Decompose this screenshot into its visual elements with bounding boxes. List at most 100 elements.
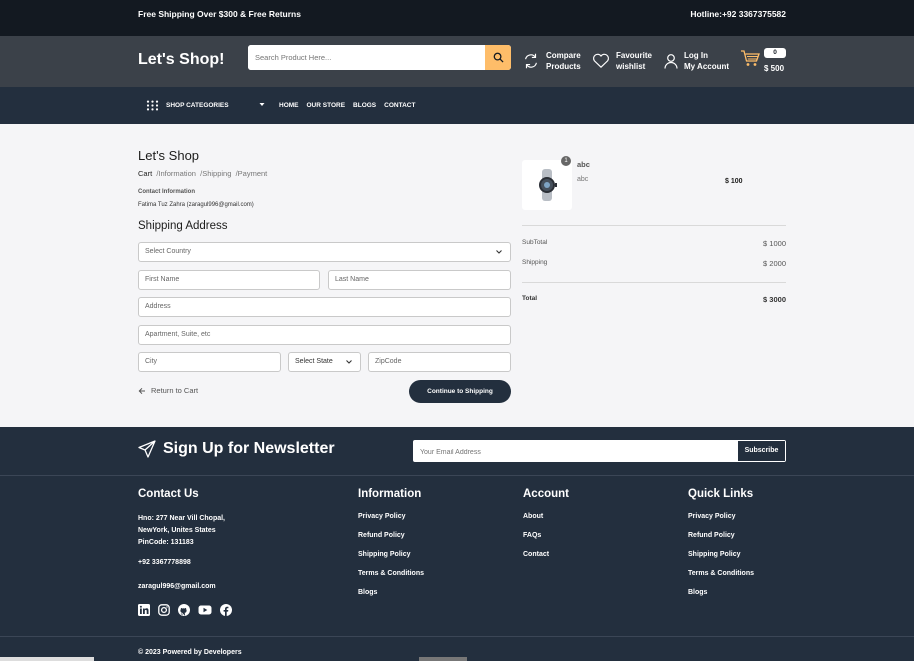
copyright: © 2023 Powered by Developers	[138, 649, 242, 656]
footer-link-terms[interactable]: Terms & Conditions	[358, 570, 424, 577]
social-links	[138, 604, 232, 616]
scrollbar-thumb[interactable]	[419, 657, 467, 661]
footer-address: Hno: 277 Near Vill Chopal, NewYork, Unit…	[138, 513, 232, 549]
shipping-promo: Free Shipping Over $300 & Free Returns	[138, 9, 301, 19]
footer-account-title: Account	[523, 488, 569, 500]
main-nav: SHOP CATEGORIES HOME OUR STORE BLOGS CON…	[0, 87, 914, 124]
quantity-badge: 1	[561, 156, 571, 166]
nav-blogs[interactable]: BLOGS	[353, 102, 376, 109]
footer-link-shipping-policy[interactable]: Shipping Policy	[358, 551, 424, 558]
youtube-icon[interactable]	[198, 604, 212, 616]
footer-contact: Contact Us Hno: 277 Near Vill Chopal, Ne…	[138, 488, 232, 616]
address-field[interactable]: Address	[138, 297, 511, 317]
linkedin-icon[interactable]	[138, 604, 150, 616]
divider	[522, 225, 786, 226]
newsletter-section: Sign Up for Newsletter Subscribe	[0, 427, 914, 475]
product-price: $ 100	[725, 178, 743, 185]
shipping-label: Shipping	[522, 259, 548, 266]
address-line: PinCode: 131183	[138, 539, 194, 546]
account-link[interactable]: Log In My Account	[664, 50, 729, 72]
total-label: Total	[522, 295, 538, 302]
return-to-cart-link[interactable]: Return to Cart	[138, 386, 198, 395]
nav-our-store[interactable]: OUR STORE	[307, 102, 346, 109]
instagram-icon[interactable]	[158, 604, 170, 616]
site-logo[interactable]: Let's Shop!	[138, 51, 224, 69]
footer-link-faqs[interactable]: FAQs	[523, 532, 569, 539]
footer-quick-links-title: Quick Links	[688, 488, 754, 500]
github-icon[interactable]	[178, 604, 190, 616]
last-name-field[interactable]: Last Name	[328, 270, 511, 290]
caret-down-icon[interactable]	[258, 100, 266, 108]
footer-link-refund-policy[interactable]: Refund Policy	[358, 532, 424, 539]
search-icon	[493, 52, 504, 63]
checkout-title: Let's Shop	[138, 148, 200, 163]
shop-categories-dropdown[interactable]: SHOP CATEGORIES	[146, 100, 229, 111]
wishlist-link[interactable]: Favourite wishlist	[592, 50, 652, 72]
compare-products-link[interactable]: Compare Products	[522, 50, 581, 72]
shop-categories-label: SHOP CATEGORIES	[166, 102, 229, 109]
checkout-section: Let's Shop Cart /Information /Shipping /…	[0, 124, 914, 427]
search-bar	[248, 45, 511, 70]
subtotal-row: SubTotal $ 1000	[522, 239, 786, 248]
newsletter-form: Subscribe	[413, 440, 786, 463]
search-input[interactable]	[248, 45, 485, 70]
facebook-icon[interactable]	[220, 604, 232, 616]
compare-label-1: Compare	[546, 51, 581, 60]
footer-divider	[0, 636, 914, 637]
footer-link-privacy-policy[interactable]: Privacy Policy	[358, 513, 424, 520]
footer-link-contact[interactable]: Contact	[523, 551, 569, 558]
nav-home[interactable]: HOME	[279, 102, 299, 109]
continue-to-shipping-button[interactable]: Continue to Shipping	[409, 380, 511, 403]
breadcrumb: Cart /Information /Shipping /Payment	[138, 169, 267, 178]
footer-link-privacy-policy[interactable]: Privacy Policy	[688, 513, 754, 520]
shipping-row: Shipping $ 2000	[522, 259, 786, 268]
product-name: abc	[577, 160, 590, 169]
top-bar: Free Shipping Over $300 & Free Returns H…	[0, 0, 914, 36]
subscribe-button[interactable]: Subscribe	[738, 441, 785, 461]
wishlist-label-1: Favourite	[616, 51, 653, 60]
footer-link-about[interactable]: About	[523, 513, 569, 520]
footer-phone[interactable]: +92 3367778898	[138, 557, 232, 569]
apartment-field[interactable]: Apartment, Suite, etc	[138, 325, 511, 345]
newsletter-title: Sign Up for Newsletter	[163, 440, 335, 457]
horizontal-scrollbar[interactable]	[0, 657, 94, 661]
search-button[interactable]	[485, 45, 511, 70]
footer-link-shipping-policy[interactable]: Shipping Policy	[688, 551, 754, 558]
cart-link[interactable]: 0 $ 500	[740, 48, 786, 73]
city-field[interactable]: City	[138, 352, 281, 372]
breadcrumb-cart[interactable]: Cart	[138, 169, 152, 178]
footer-link-blogs[interactable]: Blogs	[688, 589, 754, 596]
newsletter-heading: Sign Up for Newsletter	[138, 440, 335, 458]
breadcrumb-payment[interactable]: /Payment	[236, 169, 268, 178]
chevron-down-icon	[346, 360, 352, 364]
product-variant: abc	[577, 176, 589, 183]
total-row: Total $ 3000	[522, 295, 786, 304]
country-select-value: Select Country	[145, 248, 191, 255]
footer-link-refund-policy[interactable]: Refund Policy	[688, 532, 754, 539]
zipcode-field[interactable]: ZipCode	[368, 352, 511, 372]
breadcrumb-shipping[interactable]: /Shipping	[200, 169, 231, 178]
divider	[522, 282, 786, 283]
state-select[interactable]: Select State	[288, 352, 361, 372]
footer-link-blogs[interactable]: Blogs	[358, 589, 424, 596]
footer-link-terms[interactable]: Terms & Conditions	[688, 570, 754, 577]
breadcrumb-information[interactable]: /Information	[156, 169, 196, 178]
my-account-label: My Account	[684, 62, 730, 71]
subtotal-value: $ 1000	[763, 239, 786, 248]
paper-plane-icon	[138, 440, 156, 458]
shipping-address-title: Shipping Address	[138, 220, 228, 232]
cart-icon	[741, 50, 760, 66]
footer-information: Information Privacy Policy Refund Policy…	[358, 488, 424, 608]
header: Let's Shop! Compare Products Favourite wis…	[0, 36, 914, 87]
cart-total: $ 500	[764, 64, 785, 73]
nav-contact[interactable]: CONTACT	[384, 102, 415, 109]
first-name-field[interactable]: First Name	[138, 270, 320, 290]
country-select[interactable]: Select Country	[138, 242, 511, 262]
total-value: $ 3000	[763, 295, 786, 304]
footer: Contact Us Hno: 277 Near Vill Chopal, Ne…	[0, 475, 914, 661]
newsletter-email-input[interactable]	[414, 442, 734, 463]
cart-count-badge: 0	[764, 48, 786, 58]
footer-email[interactable]: zaragul996@gmail.com	[138, 581, 232, 593]
watch-image	[539, 169, 557, 201]
hotline[interactable]: Hotline:+92 3367375582	[690, 9, 786, 19]
